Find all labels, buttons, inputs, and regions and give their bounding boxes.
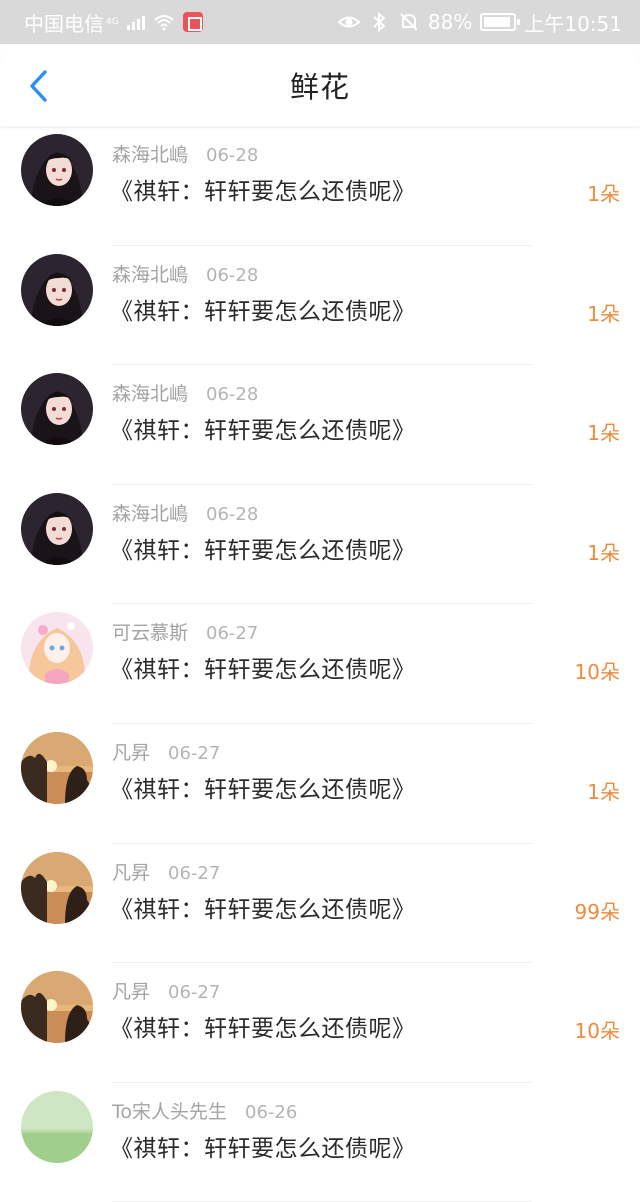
flower-count: 1朵 (587, 301, 620, 326)
status-bar: 中国电信 4G 88% 上午10:51 (0, 0, 640, 44)
item-date: 06-28 (206, 503, 259, 525)
book-title: 《祺轩：轩轩要怎么还债呢》 (110, 298, 416, 325)
user-name[interactable]: To宋人头先生 (112, 1097, 227, 1124)
item-meta: 凡昇 06-27 (112, 977, 220, 1004)
bluetooth-icon (373, 12, 386, 32)
flower-count: 1朵 (587, 182, 620, 206)
book-title: 《祺轩：轩轩要怎么还债呢》 (110, 776, 416, 803)
item-meta: To宋人头先生 06-26 (112, 1097, 297, 1124)
eye-comfort-icon (337, 16, 360, 28)
item-date: 06-27 (168, 862, 221, 884)
avatar[interactable] (21, 971, 93, 1044)
item-date: 06-26 (245, 1101, 298, 1123)
avatar[interactable] (21, 253, 93, 326)
book-title: 《祺轩：轩轩要怎么还债呢》 (110, 1135, 416, 1162)
list-item[interactable]: 凡昇 06-27 《祺轩：轩轩要怎么还债呢》 99朵 (0, 844, 640, 964)
flower-count: 99朵 (574, 899, 620, 924)
item-meta: 森海北嶋 06-28 (112, 499, 258, 526)
carrier-label: 中国电信 (24, 11, 104, 36)
avatar[interactable] (21, 731, 93, 804)
avatar[interactable] (21, 851, 93, 924)
list-item[interactable]: 凡昇 06-27 《祺轩：轩轩要怎么还债呢》 1朵 (0, 724, 640, 844)
book-title: 《祺轩：轩轩要怎么还债呢》 (110, 179, 416, 205)
signal-icon (126, 14, 145, 30)
user-name[interactable]: 森海北嶋 (112, 140, 188, 167)
nav-bar: 鲜花 (0, 44, 640, 126)
wifi-icon (154, 15, 174, 31)
list-item[interactable]: 森海北嶋 06-28 《祺轩：轩轩要怎么还债呢》 1朵 (0, 126, 640, 246)
list-item[interactable]: 凡昇 06-27 《祺轩：轩轩要怎么还债呢》 10朵 (0, 963, 640, 1083)
user-name[interactable]: 凡昇 (112, 738, 150, 765)
flower-count: 1朵 (587, 540, 620, 565)
flower-count: 10朵 (574, 660, 620, 685)
item-date: 06-28 (206, 384, 259, 406)
status-left: 中国电信 4G (24, 8, 203, 37)
item-date: 06-28 (206, 145, 259, 166)
avatar[interactable] (21, 134, 93, 206)
list-item[interactable]: 森海北嶋 06-28 《祺轩：轩轩要怎么还债呢》 1朵 (0, 246, 640, 366)
item-meta: 森海北嶋 06-28 (112, 379, 258, 406)
user-name[interactable]: 凡昇 (112, 858, 150, 885)
user-name[interactable]: 可云慕斯 (112, 618, 188, 645)
avatar[interactable] (21, 373, 93, 446)
battery-icon (480, 13, 521, 31)
user-name[interactable]: 森海北嶋 (112, 499, 188, 526)
avatar[interactable] (21, 492, 93, 565)
book-title: 《祺轩：轩轩要怎么还债呢》 (110, 896, 416, 923)
flower-count: 1朵 (587, 421, 620, 446)
flower-count: 1朵 (587, 779, 620, 804)
item-meta: 森海北嶋 06-28 (112, 260, 258, 287)
list-item[interactable]: To宋人头先生 06-26 《祺轩：轩轩要怎么还债呢》 (0, 1083, 640, 1202)
item-meta: 森海北嶋 06-28 (112, 140, 258, 167)
user-name[interactable]: 凡昇 (112, 977, 150, 1004)
item-meta: 凡昇 06-27 (112, 858, 220, 885)
mute-bell-icon (400, 13, 418, 31)
item-date: 06-27 (206, 623, 259, 645)
back-button[interactable] (22, 68, 54, 104)
status-right: 88% 上午10:51 (337, 8, 622, 37)
network-type: 4G (106, 17, 119, 27)
list-item[interactable]: 森海北嶋 06-28 《祺轩：轩轩要怎么还债呢》 1朵 (0, 365, 640, 485)
avatar[interactable] (21, 612, 93, 685)
user-name[interactable]: 森海北嶋 (112, 260, 188, 287)
list-item[interactable]: 可云慕斯 06-27 《祺轩：轩轩要怎么还债呢》 10朵 (0, 604, 640, 724)
book-title: 《祺轩：轩轩要怎么还债呢》 (110, 537, 416, 564)
list-item[interactable]: 森海北嶋 06-28 《祺轩：轩轩要怎么还债呢》 1朵 (0, 485, 640, 605)
avatar[interactable] (21, 1090, 93, 1163)
book-title: 《祺轩：轩轩要怎么还债呢》 (110, 418, 416, 445)
flower-list: 森海北嶋 06-28 《祺轩：轩轩要怎么还债呢》 1朵 森海北嶋 06-28 《… (0, 126, 640, 1202)
item-meta: 凡昇 06-27 (112, 738, 220, 765)
page-title: 鲜花 (289, 70, 350, 104)
user-name[interactable]: 森海北嶋 (112, 379, 188, 406)
book-title: 《祺轩：轩轩要怎么还债呢》 (110, 1016, 416, 1043)
item-date: 06-27 (168, 982, 221, 1004)
item-meta: 可云慕斯 06-27 (112, 618, 258, 645)
book-title: 《祺轩：轩轩要怎么还债呢》 (110, 657, 416, 684)
item-date: 06-27 (168, 742, 221, 764)
chevron-left-icon (30, 70, 47, 102)
item-date: 06-28 (206, 264, 259, 286)
reader-app-icon (182, 12, 203, 32)
clock: 上午10:51 (524, 11, 622, 36)
battery-percent: 88% (427, 10, 473, 34)
flower-count: 10朵 (574, 1019, 620, 1044)
